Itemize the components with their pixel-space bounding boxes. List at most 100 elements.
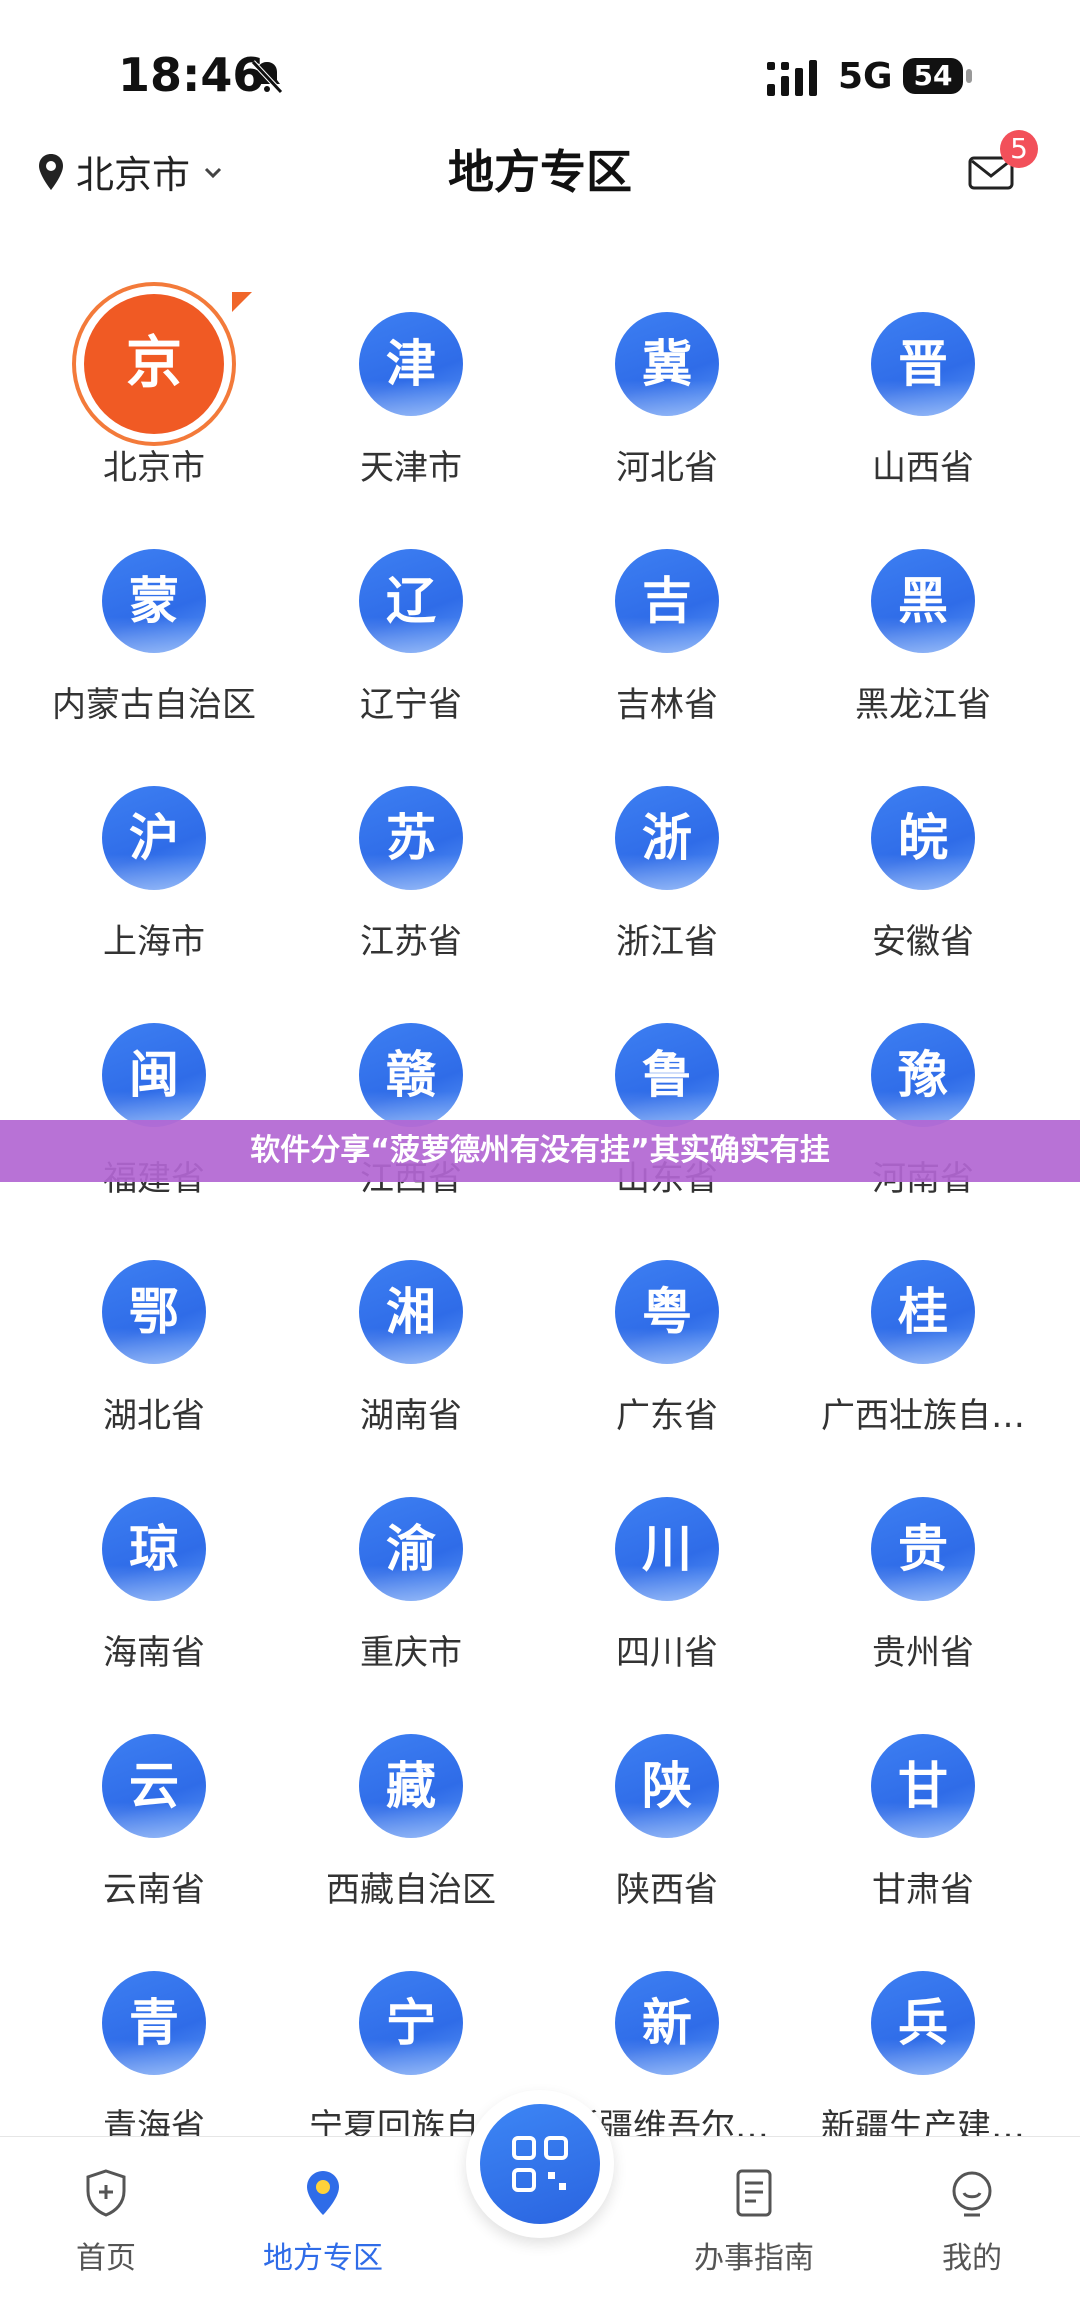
selected-corner-marker xyxy=(232,292,252,312)
region-emblem-icon: 陕 xyxy=(615,1734,719,1838)
region-item[interactable]: 京北京市 xyxy=(26,280,282,500)
smile-face-icon xyxy=(952,2171,992,2217)
qr-scan-icon xyxy=(512,2136,568,2192)
region-item[interactable]: 藏西藏自治区 xyxy=(283,1702,539,1922)
region-emblem-icon: 贵 xyxy=(871,1497,975,1601)
region-label: 广西壮族自… xyxy=(821,1396,1025,1436)
overlay-banner: 软件分享“菠萝德州有没有挂”其实确实有挂 xyxy=(0,1120,1080,1182)
region-label: 湖南省 xyxy=(360,1396,462,1436)
region-label: 贵州省 xyxy=(872,1633,974,1673)
mail-badge: 5 xyxy=(1000,130,1038,168)
region-item[interactable]: 桂广西壮族自… xyxy=(795,1228,1051,1448)
region-label: 辽宁省 xyxy=(360,685,462,725)
region-item[interactable]: 青青海省 xyxy=(26,1939,282,2159)
nav-mine-label: 我的 xyxy=(942,2241,1002,2276)
nav-local-label: 地方专区 xyxy=(263,2241,383,2276)
region-emblem-icon: 藏 xyxy=(359,1734,463,1838)
battery-icon: 54 xyxy=(903,58,973,94)
nav-mine[interactable]: 我的 xyxy=(892,2165,1052,2277)
region-item[interactable]: 冀河北省 xyxy=(539,280,795,500)
region-item[interactable]: 陕陕西省 xyxy=(539,1702,795,1922)
region-label: 天津市 xyxy=(360,448,462,488)
region-emblem-icon: 津 xyxy=(359,312,463,416)
region-emblem-icon: 兵 xyxy=(871,1971,975,2075)
region-emblem-icon: 闽 xyxy=(102,1023,206,1127)
nav-guide[interactable]: 办事指南 xyxy=(674,2165,834,2277)
network-type: 5G xyxy=(838,56,893,97)
region-emblem-icon: 云 xyxy=(102,1734,206,1838)
region-emblem-icon: 吉 xyxy=(615,549,719,653)
app-header: 北京市 地方专区 5 xyxy=(0,130,1080,220)
region-label: 黑龙江省 xyxy=(855,685,991,725)
region-emblem-icon: 粤 xyxy=(615,1260,719,1364)
region-emblem-icon: 浙 xyxy=(615,786,719,890)
region-label: 湖北省 xyxy=(103,1396,205,1436)
region-emblem-icon: 桂 xyxy=(871,1260,975,1364)
region-item[interactable]: 甘甘肃省 xyxy=(795,1702,1051,1922)
document-icon xyxy=(736,2169,772,2217)
region-emblem-icon: 鄂 xyxy=(102,1260,206,1364)
region-label: 西藏自治区 xyxy=(326,1870,496,1910)
region-label: 内蒙古自治区 xyxy=(52,685,256,725)
region-item[interactable]: 黑黑龙江省 xyxy=(795,517,1051,737)
nav-home-label: 首页 xyxy=(76,2241,136,2276)
nav-home[interactable]: 首页 xyxy=(26,2165,186,2277)
region-label: 四川省 xyxy=(616,1633,718,1673)
region-emblem-icon: 京 xyxy=(84,294,224,434)
region-emblem-icon: 皖 xyxy=(871,786,975,890)
region-emblem-icon: 甘 xyxy=(871,1734,975,1838)
region-item[interactable]: 云云南省 xyxy=(26,1702,282,1922)
region-emblem-icon: 赣 xyxy=(359,1023,463,1127)
nav-local[interactable]: 地方专区 xyxy=(243,2165,403,2277)
region-label: 海南省 xyxy=(103,1633,205,1673)
region-item[interactable]: 湘湖南省 xyxy=(283,1228,539,1448)
region-item[interactable]: 皖安徽省 xyxy=(795,754,1051,974)
region-label: 广东省 xyxy=(616,1396,718,1436)
region-item[interactable]: 浙浙江省 xyxy=(539,754,795,974)
region-emblem-icon: 黑 xyxy=(871,549,975,653)
shield-plus-icon xyxy=(86,2169,126,2217)
region-emblem-icon: 晋 xyxy=(871,312,975,416)
region-emblem-icon: 青 xyxy=(102,1971,206,2075)
location-icon xyxy=(307,2171,339,2215)
bell-muted-icon xyxy=(251,60,283,94)
region-item[interactable]: 苏江苏省 xyxy=(283,754,539,974)
region-item[interactable]: 蒙内蒙古自治区 xyxy=(26,517,282,737)
region-item[interactable]: 粤广东省 xyxy=(539,1228,795,1448)
region-emblem-icon: 鲁 xyxy=(615,1023,719,1127)
region-item[interactable]: 兵新疆生产建… xyxy=(795,1939,1051,2159)
region-emblem-icon: 新 xyxy=(615,1971,719,2075)
region-item[interactable]: 晋山西省 xyxy=(795,280,1051,500)
region-emblem-icon: 湘 xyxy=(359,1260,463,1364)
signal-icon xyxy=(767,60,817,96)
page-title: 地方专区 xyxy=(448,145,632,199)
region-label: 浙江省 xyxy=(616,922,718,962)
region-emblem-icon: 冀 xyxy=(615,312,719,416)
region-label: 吉林省 xyxy=(616,685,718,725)
region-item[interactable]: 辽辽宁省 xyxy=(283,517,539,737)
region-emblem-icon: 宁 xyxy=(359,1971,463,2075)
region-label: 重庆市 xyxy=(360,1633,462,1673)
region-item[interactable]: 琼海南省 xyxy=(26,1465,282,1685)
region-label: 安徽省 xyxy=(872,922,974,962)
region-emblem-icon: 川 xyxy=(615,1497,719,1601)
region-emblem-icon: 琼 xyxy=(102,1497,206,1601)
region-label: 江苏省 xyxy=(360,922,462,962)
region-label: 北京市 xyxy=(103,448,205,488)
region-item[interactable]: 贵贵州省 xyxy=(795,1465,1051,1685)
region-label: 甘肃省 xyxy=(872,1870,974,1910)
region-item[interactable]: 津天津市 xyxy=(283,280,539,500)
region-emblem-icon: 渝 xyxy=(359,1497,463,1601)
scan-button[interactable] xyxy=(466,2090,614,2238)
region-item[interactable]: 沪上海市 xyxy=(26,754,282,974)
status-time: 18:46 xyxy=(118,48,265,102)
status-bar: 18:46 5G 54 xyxy=(0,0,1080,140)
region-emblem-icon: 苏 xyxy=(359,786,463,890)
region-item[interactable]: 鄂湖北省 xyxy=(26,1228,282,1448)
region-item[interactable]: 川四川省 xyxy=(539,1465,795,1685)
region-item[interactable]: 渝重庆市 xyxy=(283,1465,539,1685)
region-label: 云南省 xyxy=(103,1870,205,1910)
region-label: 山西省 xyxy=(872,448,974,488)
region-item[interactable]: 吉吉林省 xyxy=(539,517,795,737)
nav-guide-label: 办事指南 xyxy=(694,2241,814,2276)
